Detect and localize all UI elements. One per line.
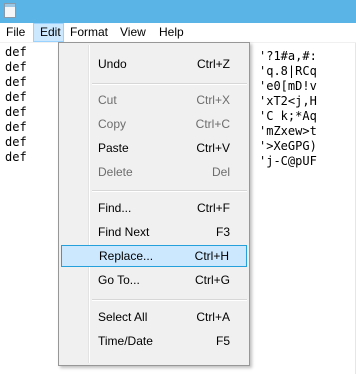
notepad-window: File Edit Format View Help def def def d… — [0, 0, 356, 374]
menu-separator — [92, 299, 247, 301]
menu-item-shortcut: F5 — [215, 334, 230, 348]
menu-item-label: Find... — [98, 201, 132, 215]
code-line: '>XeGPG) — [259, 139, 317, 153]
menu-item-paste[interactable]: Paste Ctrl+V — [61, 137, 247, 159]
menu-item-label: Replace... — [99, 249, 154, 263]
code-line: def — [5, 60, 27, 74]
menu-separator — [92, 83, 247, 85]
menu-item-shortcut: Del — [211, 165, 230, 179]
menu-item-go-to[interactable]: Go To... Ctrl+G — [61, 269, 247, 291]
menu-item-shortcut: Ctrl+G — [194, 273, 230, 287]
menu-item-copy[interactable]: Copy Ctrl+C — [61, 113, 247, 135]
menu-item-shortcut: Ctrl+C — [195, 117, 230, 131]
menu-format[interactable]: Format — [64, 23, 114, 42]
menu-file[interactable]: File — [0, 23, 32, 42]
editor-right-text: '?1#a,#: 'q.8|RCq 'e0[mD!v 'xT2<j,H 'C k… — [259, 49, 356, 169]
menu-item-shortcut: Ctrl+Z — [197, 57, 230, 71]
code-line: 'q.8|RCq — [259, 64, 317, 78]
editor-left-text: def def def def def def def def — [5, 45, 45, 165]
code-line: def — [5, 105, 27, 119]
title-bar[interactable] — [0, 0, 356, 23]
menu-item-shortcut: Ctrl+A — [196, 310, 230, 324]
menu-item-cut[interactable]: Cut Ctrl+X — [61, 89, 247, 111]
menu-item-find-next[interactable]: Find Next F3 — [61, 221, 247, 243]
code-line: 'mZxew>t — [259, 124, 317, 138]
code-line: '?1#a,#: — [259, 49, 317, 63]
menu-item-select-all[interactable]: Select All Ctrl+A — [61, 306, 247, 328]
menu-item-shortcut: Ctrl+F — [197, 201, 230, 215]
code-line: def — [5, 45, 27, 59]
menu-item-shortcut: Ctrl+X — [196, 93, 230, 107]
menu-item-shortcut: Ctrl+V — [196, 141, 230, 155]
menu-item-label: Go To... — [98, 273, 140, 287]
notepad-icon[interactable] — [4, 3, 16, 18]
menu-item-shortcut: Ctrl+H — [194, 249, 229, 263]
code-line: def — [5, 135, 27, 149]
menu-help[interactable]: Help — [153, 23, 191, 42]
code-line: def — [5, 75, 27, 89]
code-line: 'C k;*Aq — [259, 109, 317, 123]
code-line: def — [5, 120, 27, 134]
menu-view[interactable]: View — [114, 23, 154, 42]
menu-item-label: Time/Date — [98, 334, 153, 348]
code-line: 'e0[mD!v — [259, 79, 317, 93]
menu-item-label: Undo — [98, 57, 127, 71]
menu-bar: File Edit Format View Help — [0, 23, 356, 43]
code-line: def — [5, 90, 27, 104]
edit-menu-dropdown: Undo Ctrl+Z Cut Ctrl+X Copy Ctrl+C Paste… — [58, 42, 250, 366]
menu-item-delete[interactable]: Delete Del — [61, 161, 247, 183]
menu-item-undo[interactable]: Undo Ctrl+Z — [61, 53, 247, 75]
code-line: 'j-C@pUF — [259, 154, 317, 168]
code-line: 'xT2<j,H — [259, 94, 317, 108]
menu-item-label: Select All — [98, 310, 148, 324]
code-line: def — [5, 150, 27, 164]
menu-item-find[interactable]: Find... Ctrl+F — [61, 197, 247, 219]
menu-item-label: Paste — [98, 141, 129, 155]
menu-item-shortcut: F3 — [215, 225, 230, 239]
menu-item-label: Copy — [98, 117, 127, 131]
menu-item-label: Cut — [98, 93, 117, 107]
menu-item-replace[interactable]: Replace... Ctrl+H — [61, 245, 247, 267]
menu-separator — [92, 190, 247, 192]
menu-edit[interactable]: Edit — [33, 23, 64, 42]
menu-item-label: Find Next — [98, 225, 150, 239]
menu-item-label: Delete — [98, 165, 133, 179]
menu-item-time-date[interactable]: Time/Date F5 — [61, 330, 247, 352]
